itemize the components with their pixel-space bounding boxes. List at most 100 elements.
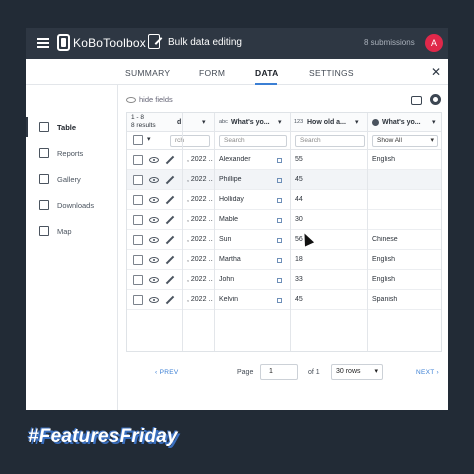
- edit-pencil-icon[interactable]: [165, 175, 175, 185]
- column-header-name[interactable]: What's yo...: [231, 119, 270, 126]
- prev-button[interactable]: ‹ PREV: [155, 369, 178, 376]
- column-header-language[interactable]: What's yo...: [382, 119, 421, 126]
- chevron-down-icon[interactable]: ▾: [147, 135, 151, 143]
- cell-age[interactable]: 45: [295, 296, 355, 303]
- view-eye-icon[interactable]: [149, 177, 159, 183]
- next-button[interactable]: NEXT ›: [416, 369, 439, 376]
- cell-date: , 2022 ...: [187, 296, 213, 303]
- table-row[interactable]: , 2022 ... John 33 English: [127, 270, 441, 290]
- row-checkbox[interactable]: [133, 175, 143, 185]
- fullscreen-icon[interactable]: [411, 96, 422, 105]
- edit-field-icon[interactable]: [277, 218, 282, 223]
- tab-data[interactable]: DATA: [255, 68, 279, 78]
- column-header-age[interactable]: How old a...: [307, 119, 346, 126]
- edit-field-icon[interactable]: [277, 278, 282, 283]
- download-icon: [39, 200, 49, 210]
- table-row[interactable]: , 2022 ... Phillipe 45: [127, 170, 441, 190]
- row-checkbox[interactable]: [133, 295, 143, 305]
- cell-date: , 2022 ...: [187, 276, 213, 283]
- edit-field-icon[interactable]: [277, 158, 282, 163]
- cell-language[interactable]: English: [372, 156, 437, 163]
- sidebar-item-table[interactable]: Table: [26, 117, 118, 137]
- logo-text[interactable]: KoBoToolbox: [73, 36, 146, 50]
- view-eye-icon[interactable]: [149, 217, 159, 223]
- menu-icon[interactable]: [37, 38, 49, 48]
- chevron-down-icon[interactable]: ▾: [432, 118, 436, 126]
- chevron-down-icon[interactable]: ▾: [355, 118, 359, 126]
- hide-fields-button[interactable]: hide fields: [126, 95, 173, 104]
- edit-pencil-icon[interactable]: [165, 195, 175, 205]
- row-checkbox[interactable]: [133, 235, 143, 245]
- cell-language[interactable]: Spanish: [372, 296, 437, 303]
- search-input[interactable]: rch: [170, 135, 210, 147]
- cell-age[interactable]: 55: [295, 156, 355, 163]
- table-row[interactable]: , 2022 ... Mable 30: [127, 210, 441, 230]
- search-input[interactable]: Search: [219, 135, 287, 147]
- cell-age[interactable]: 30: [295, 216, 355, 223]
- close-icon[interactable]: ✕: [431, 65, 441, 79]
- table-row[interactable]: , 2022 ... Alexander 55 English: [127, 150, 441, 170]
- table-row[interactable]: , 2022 ... Sun 56 Chinese: [127, 230, 441, 250]
- tab-summary[interactable]: SUMMARY: [125, 68, 170, 78]
- avatar[interactable]: A: [425, 34, 443, 52]
- edit-field-icon[interactable]: [277, 178, 282, 183]
- rows-per-page-select[interactable]: 30 rows: [331, 364, 383, 380]
- cell-language[interactable]: English: [372, 256, 437, 263]
- sidebar-item-downloads[interactable]: Downloads: [26, 195, 118, 215]
- edit-pencil-icon[interactable]: [165, 155, 175, 165]
- page-input[interactable]: 1: [260, 364, 298, 380]
- cell-name[interactable]: John: [219, 276, 275, 283]
- view-eye-icon[interactable]: [149, 257, 159, 263]
- cell-name[interactable]: Sun: [219, 236, 275, 243]
- column-header-date[interactable]: d: [177, 119, 181, 126]
- edit-pencil-icon[interactable]: [165, 235, 175, 245]
- row-checkbox[interactable]: [133, 155, 143, 165]
- cell-name[interactable]: Mable: [219, 216, 275, 223]
- select-all-checkbox[interactable]: [133, 135, 143, 145]
- cell-language[interactable]: English: [372, 276, 437, 283]
- chevron-down-icon[interactable]: ▾: [202, 118, 206, 126]
- search-input[interactable]: Search: [295, 135, 365, 147]
- view-eye-icon[interactable]: [149, 197, 159, 203]
- view-eye-icon[interactable]: [149, 237, 159, 243]
- edit-pencil-icon[interactable]: [165, 255, 175, 265]
- cell-age[interactable]: 18: [295, 256, 355, 263]
- row-checkbox[interactable]: [133, 195, 143, 205]
- cell-name[interactable]: Martha: [219, 256, 275, 263]
- cell-age[interactable]: 45: [295, 176, 355, 183]
- result-total: 8 results: [131, 122, 156, 129]
- edit-pencil-icon[interactable]: [165, 275, 175, 285]
- view-eye-icon[interactable]: [149, 297, 159, 303]
- gear-icon[interactable]: [430, 94, 441, 105]
- cell-name[interactable]: Alexander: [219, 156, 275, 163]
- sidebar-item-map[interactable]: Map: [26, 221, 118, 241]
- edit-field-icon[interactable]: [277, 258, 282, 263]
- table-row[interactable]: , 2022 ... Martha 18 English: [127, 250, 441, 270]
- tab-form[interactable]: FORM: [199, 68, 225, 78]
- table-row[interactable]: , 2022 ... Holliday 44: [127, 190, 441, 210]
- sidebar-item-reports[interactable]: Reports: [26, 143, 118, 163]
- row-checkbox[interactable]: [133, 255, 143, 265]
- cell-language[interactable]: Chinese: [372, 236, 437, 243]
- cell-name[interactable]: Holliday: [219, 196, 275, 203]
- view-eye-icon[interactable]: [149, 157, 159, 163]
- table-row[interactable]: , 2022 ... Kelvin 45 Spanish: [127, 290, 441, 310]
- view-eye-icon[interactable]: [149, 277, 159, 283]
- edit-field-icon[interactable]: [277, 238, 282, 243]
- row-checkbox[interactable]: [133, 275, 143, 285]
- edit-pencil-icon[interactable]: [165, 295, 175, 305]
- cell-age[interactable]: 33: [295, 276, 355, 283]
- tab-settings[interactable]: SETTINGS: [309, 68, 354, 78]
- page-label: Page: [237, 369, 254, 376]
- edit-field-icon[interactable]: [277, 298, 282, 303]
- next-label: NEXT: [416, 369, 435, 376]
- sidebar-item-gallery[interactable]: Gallery: [26, 169, 118, 189]
- chevron-down-icon[interactable]: ▾: [278, 118, 282, 126]
- edit-field-icon[interactable]: [277, 198, 282, 203]
- cell-name[interactable]: Phillipe: [219, 176, 275, 183]
- edit-pencil-icon[interactable]: [165, 215, 175, 225]
- cell-name[interactable]: Kelvin: [219, 296, 275, 303]
- cell-age[interactable]: 44: [295, 196, 355, 203]
- filter-select[interactable]: Show All: [372, 135, 438, 147]
- row-checkbox[interactable]: [133, 215, 143, 225]
